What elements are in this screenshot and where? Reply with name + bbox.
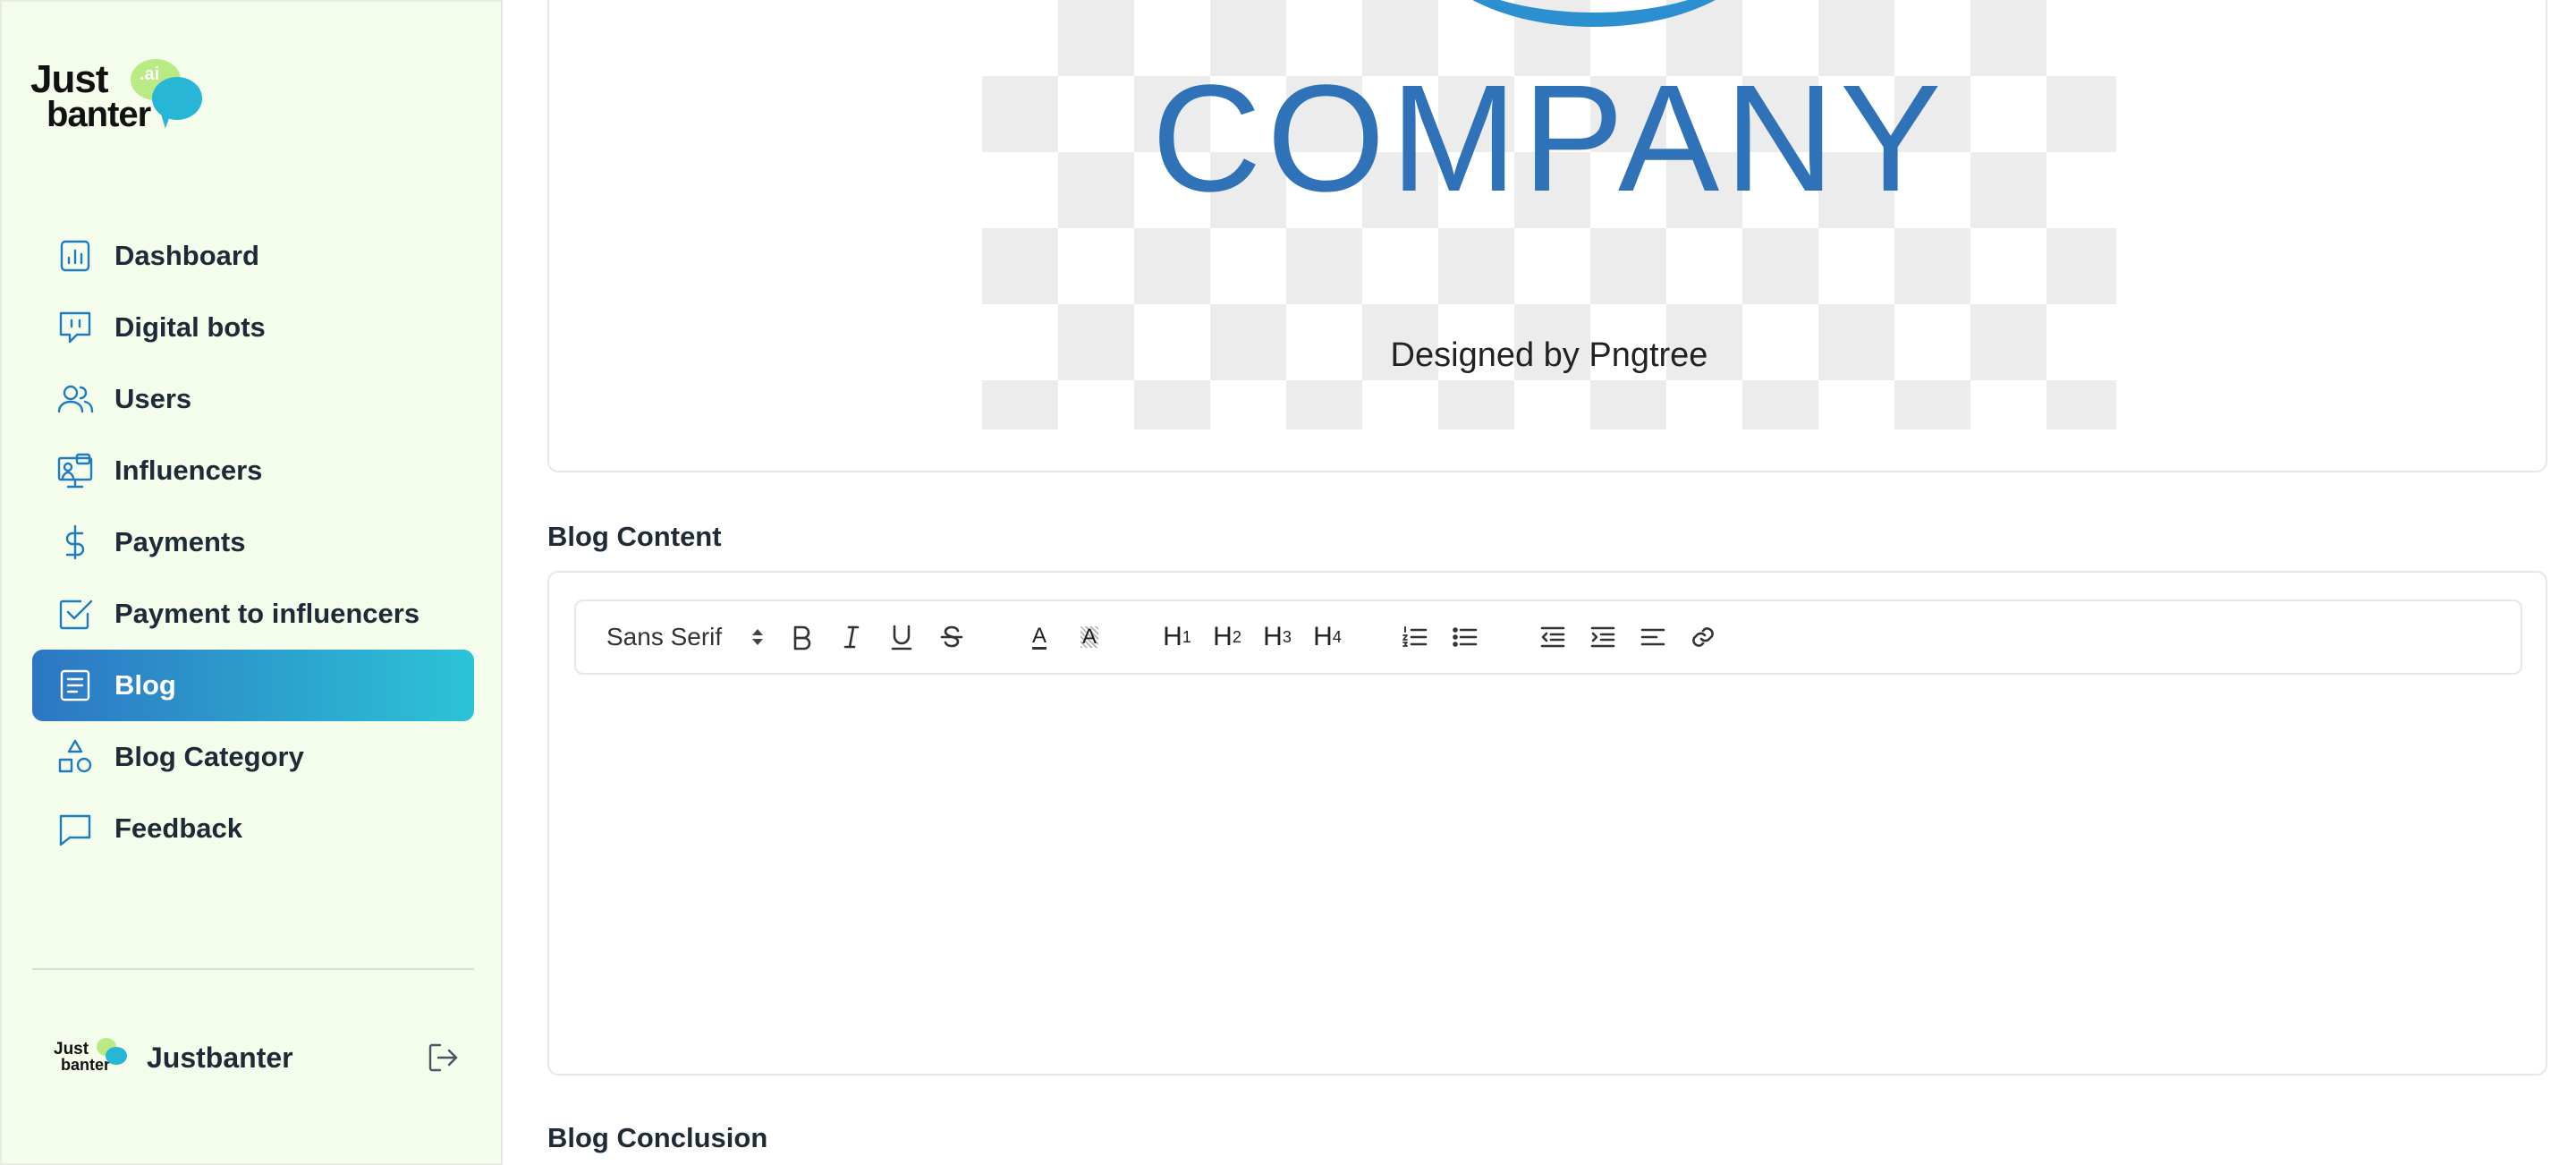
sidebar-item-label: Influencers <box>114 455 263 486</box>
blog-content-editor: Sans Serif A A H 1 H 2 H 3 H 4 <box>547 571 2547 1076</box>
logo-bubble-blue <box>152 77 202 120</box>
preview-credit-text: Designed by Pngtree <box>1390 336 1708 374</box>
brand-logo[interactable]: Just banter .ai <box>30 57 209 138</box>
sidebar-item-influencers[interactable]: Influencers <box>32 435 474 506</box>
blog-image-preview: COMPANY Designed by Pngtree <box>982 0 2116 429</box>
avatar-text-banter: banter <box>61 1056 111 1074</box>
logo-swoosh-graphic <box>1424 0 1764 27</box>
dollar-icon <box>55 523 95 562</box>
sidebar-item-payment-to-influencers[interactable]: Payment to influencers <box>32 578 474 650</box>
strikethrough-button[interactable] <box>927 612 977 662</box>
sidebar: Just banter .ai Dashboard Digital bots U… <box>0 0 503 1165</box>
shapes-icon <box>55 737 95 777</box>
sidebar-item-blog[interactable]: Blog <box>32 650 474 721</box>
heading-group: H1 H2 H3 H4 <box>1152 612 1352 662</box>
logo-badge-ai: .ai <box>140 64 160 84</box>
heading-2-button[interactable]: H2 <box>1202 612 1252 662</box>
heading-2-icon: H <box>1213 622 1233 651</box>
background-color-icon: A <box>1080 625 1098 649</box>
underline-icon <box>891 625 912 651</box>
sidebar-item-blog-category[interactable]: Blog Category <box>32 721 474 793</box>
sidebar-item-label: Blog <box>114 669 176 701</box>
heading-1-button[interactable]: H1 <box>1152 612 1202 662</box>
select-arrows-icon <box>752 629 764 645</box>
heading-1-icon: H <box>1163 622 1182 651</box>
preview-company-text: COMPANY <box>1151 54 1947 224</box>
sidebar-item-digital-bots[interactable]: Digital bots <box>32 292 474 363</box>
list-group <box>1390 612 1490 662</box>
format-group <box>776 612 977 662</box>
logo-text-banter: banter <box>47 95 151 134</box>
sidebar-item-label: Dashboard <box>114 240 259 271</box>
dashboard-icon <box>55 236 95 276</box>
bullet-list-icon <box>1453 627 1478 647</box>
color-group: A A <box>1014 612 1114 662</box>
sidebar-item-label: Payment to influencers <box>114 598 420 629</box>
font-family-value: Sans Serif <box>606 623 723 651</box>
blog-image-card[interactable]: COMPANY Designed by Pngtree <box>547 0 2547 472</box>
editor-toolbar: Sans Serif A A H 1 H 2 H 3 H 4 <box>574 600 2522 675</box>
avatar-bubble-blue <box>106 1047 127 1065</box>
message-icon <box>55 809 95 848</box>
indent-align-group <box>1528 612 1728 662</box>
blog-content-textarea[interactable] <box>574 698 2522 1056</box>
sidebar-item-label: Digital bots <box>114 311 266 343</box>
indent-icon <box>1590 626 1615 648</box>
sidebar-item-payments[interactable]: Payments <box>32 506 474 578</box>
document-icon <box>55 666 95 705</box>
link-button[interactable] <box>1678 612 1728 662</box>
chat-bot-icon <box>55 308 95 347</box>
align-left-icon <box>1640 628 1665 646</box>
background-color-button[interactable]: A <box>1064 612 1114 662</box>
heading-3-subscript: 3 <box>1282 627 1292 646</box>
heading-2-subscript: 2 <box>1232 627 1241 646</box>
influencers-icon <box>55 451 95 490</box>
user-profile: Just banter Justbanter <box>52 1031 463 1084</box>
sidebar-item-label: Blog Category <box>114 741 304 772</box>
italic-button[interactable] <box>826 612 877 662</box>
text-color-button[interactable]: A <box>1014 612 1064 662</box>
align-button[interactable] <box>1628 612 1678 662</box>
heading-4-subscript: 4 <box>1332 627 1342 646</box>
logout-icon[interactable] <box>424 1038 463 1077</box>
blog-conclusion-label: Blog Conclusion <box>547 1122 768 1153</box>
sidebar-item-dashboard[interactable]: Dashboard <box>32 220 474 292</box>
heading-4-icon: H <box>1313 622 1333 651</box>
outdent-icon <box>1540 626 1565 648</box>
blog-content-label: Blog Content <box>547 521 722 552</box>
bullet-list-button[interactable] <box>1440 612 1490 662</box>
bold-button[interactable] <box>776 612 826 662</box>
sidebar-divider <box>32 968 474 970</box>
checkbox-icon <box>55 594 95 634</box>
avatar: Just banter <box>52 1038 127 1077</box>
ordered-list-button[interactable] <box>1390 612 1440 662</box>
underline-button[interactable] <box>877 612 927 662</box>
sidebar-item-label: Feedback <box>114 812 243 844</box>
bold-icon <box>793 625 811 651</box>
sidebar-nav: Dashboard Digital bots Users Influencers… <box>32 220 474 864</box>
sidebar-item-label: Payments <box>114 526 246 557</box>
sidebar-item-users[interactable]: Users <box>32 363 474 435</box>
sidebar-item-feedback[interactable]: Feedback <box>32 793 474 864</box>
heading-4-button[interactable]: H4 <box>1302 612 1352 662</box>
users-icon <box>55 379 95 419</box>
heading-3-button[interactable]: H3 <box>1252 612 1302 662</box>
heading-1-subscript: 1 <box>1182 627 1191 646</box>
heading-3-icon: H <box>1263 622 1283 651</box>
user-name: Justbanter <box>147 1041 293 1074</box>
ordered-list-icon <box>1402 626 1428 647</box>
strikethrough-icon <box>940 625 963 648</box>
link-icon <box>1692 627 1714 647</box>
sidebar-item-label: Users <box>114 383 192 414</box>
font-family-select[interactable]: Sans Serif <box>606 623 776 651</box>
italic-icon <box>843 625 860 649</box>
text-color-icon: A <box>1031 623 1046 650</box>
indent-button[interactable] <box>1578 612 1628 662</box>
outdent-button[interactable] <box>1528 612 1578 662</box>
